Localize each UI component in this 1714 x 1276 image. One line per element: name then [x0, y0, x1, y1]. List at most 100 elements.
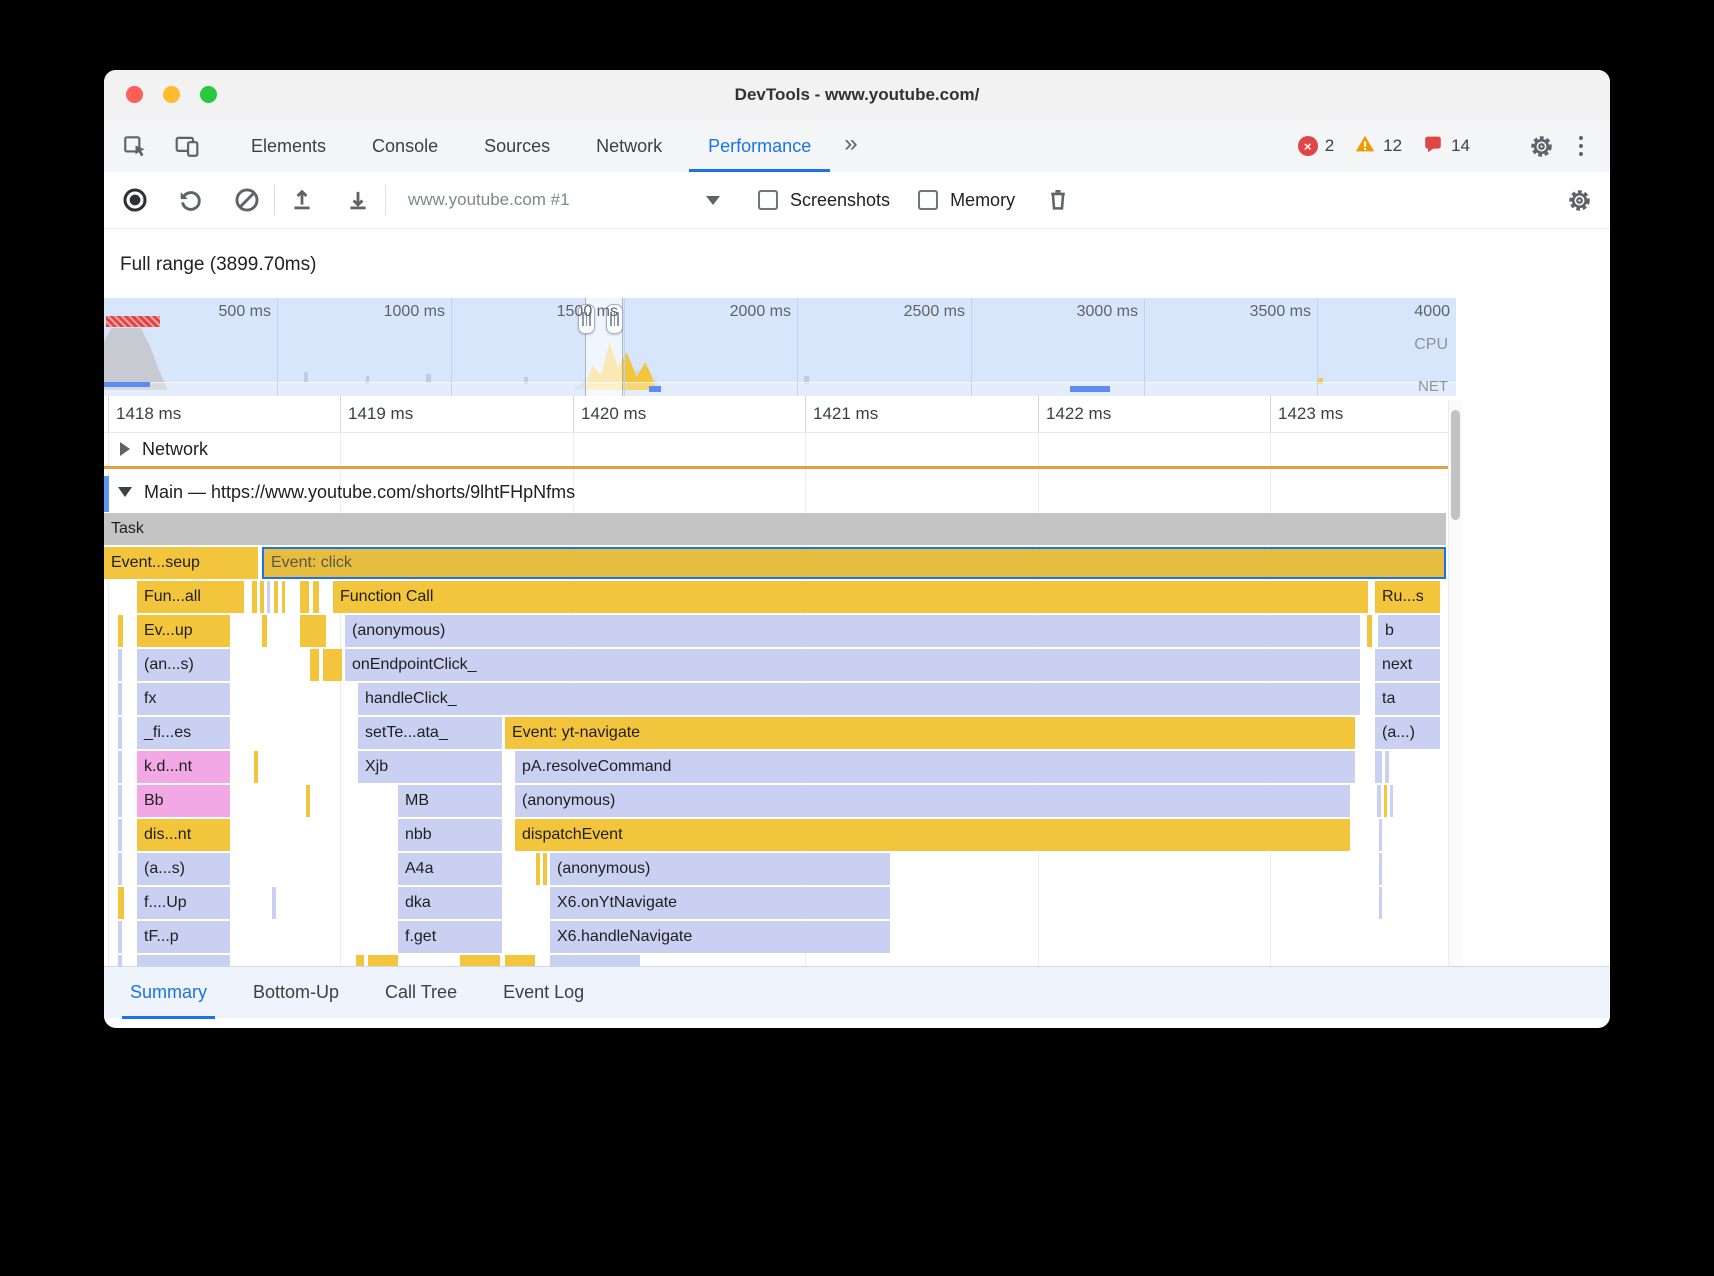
flame-bar-x6-handlenavigate[interactable]: X6.handleNavigate — [550, 921, 890, 953]
tab-elements[interactable]: Elements — [228, 120, 349, 172]
scrollbar-thumb[interactable] — [1451, 410, 1460, 520]
flame-bar-b[interactable]: b — [1378, 615, 1440, 647]
tab-network[interactable]: Network — [573, 120, 685, 172]
flame-bar[interactable] — [1390, 785, 1393, 817]
warning-badge[interactable]: 12 — [1354, 133, 1402, 160]
flame-bar[interactable] — [262, 615, 267, 647]
flame-bar-dka[interactable]: dka — [398, 887, 502, 919]
tab-console[interactable]: Console — [349, 120, 461, 172]
record-button[interactable] — [118, 183, 152, 217]
tab-event-log[interactable]: Event Log — [495, 967, 592, 1019]
flame-bar[interactable] — [1367, 615, 1372, 647]
flame-bar-f-get[interactable]: f.get — [398, 921, 502, 953]
inspect-element-icon[interactable] — [120, 131, 150, 161]
network-track-header[interactable]: Network — [104, 432, 1456, 466]
flame-bar[interactable] — [536, 853, 540, 885]
load-profile-icon[interactable] — [285, 183, 319, 217]
flame-bar[interactable] — [118, 853, 122, 885]
flame-bar[interactable] — [460, 955, 500, 966]
flame-bar-task[interactable]: Task — [104, 513, 1446, 545]
flame-bar[interactable] — [313, 581, 319, 613]
flame-bar-f-up[interactable]: f....Up — [137, 887, 230, 919]
flame-bar-a[interactable]: (a...) — [1375, 717, 1440, 749]
flame-bar[interactable] — [1379, 819, 1382, 851]
flame-bar[interactable] — [1379, 887, 1382, 919]
flame-bar[interactable] — [137, 955, 230, 966]
flame-bar-dispatchevent[interactable]: dispatchEvent — [515, 819, 1350, 851]
detail-time-ruler[interactable]: 1418 ms1419 ms1420 ms1421 ms1422 ms1423 … — [104, 396, 1456, 433]
collapse-triangle-icon[interactable] — [120, 442, 130, 456]
flame-bar-ta[interactable]: ta — [1375, 683, 1440, 715]
flame-bar-mb[interactable]: MB — [398, 785, 502, 817]
issues-badge[interactable]: 14 — [1422, 133, 1470, 160]
flame-bar[interactable] — [1384, 785, 1387, 817]
screenshots-checkbox[interactable]: Screenshots — [758, 190, 890, 211]
flame-bar[interactable] — [300, 581, 309, 613]
history-select[interactable]: www.youtube.com #1 — [396, 182, 730, 218]
flame-bar[interactable] — [356, 955, 364, 966]
flame-bar-function-call[interactable]: Function Call — [333, 581, 1368, 613]
flame-bar-an-s[interactable]: (an...s) — [137, 649, 230, 681]
flame-bar-event-seup[interactable]: Event...seup — [104, 547, 258, 579]
flame-bar-a-s[interactable]: (a...s) — [137, 853, 230, 885]
reload-and-record-button[interactable] — [174, 183, 208, 217]
flame-bar-pa-resolvecommand[interactable]: pA.resolveCommand — [515, 751, 1355, 783]
flame-bar[interactable] — [550, 955, 640, 966]
flame-bar[interactable] — [274, 581, 278, 613]
flame-bar[interactable] — [505, 955, 535, 966]
flame-bar[interactable] — [118, 819, 122, 851]
flame-bar[interactable] — [118, 615, 123, 647]
flame-bar[interactable] — [282, 581, 285, 613]
flame-bar-ev-up[interactable]: Ev...up — [137, 615, 230, 647]
flame-bar[interactable] — [252, 581, 257, 613]
flame-bar[interactable] — [1375, 751, 1382, 783]
flame-bar[interactable] — [118, 921, 122, 953]
flame-bar[interactable] — [1385, 751, 1389, 783]
flame-bar[interactable] — [272, 887, 276, 919]
flame-bar[interactable] — [118, 887, 124, 919]
vertical-scrollbar[interactable] — [1448, 400, 1463, 966]
flame-bar[interactable] — [254, 751, 258, 783]
flame-bar-event-click[interactable]: Event: click — [262, 547, 1446, 579]
flame-bar[interactable] — [1377, 785, 1381, 817]
more-tabs-chevron[interactable]: » — [844, 130, 855, 158]
device-toolbar-icon[interactable] — [172, 131, 202, 161]
flame-bar-xjb[interactable]: Xjb — [358, 751, 502, 783]
tab-sources[interactable]: Sources — [461, 120, 573, 172]
flame-bar-handleclick[interactable]: handleClick_ — [358, 683, 1360, 715]
memory-checkbox[interactable]: Memory — [918, 190, 1015, 211]
flame-bar[interactable] — [118, 785, 122, 817]
flame-bar-next[interactable]: next — [1375, 649, 1440, 681]
flame-bar[interactable] — [306, 785, 310, 817]
main-menu-kebab-icon[interactable] — [1566, 131, 1596, 161]
flame-bar-ru-s[interactable]: Ru...s — [1375, 581, 1440, 613]
flame-bar-event-yt-navigate[interactable]: Event: yt-navigate — [505, 717, 1355, 749]
flame-bar-bb[interactable]: Bb — [137, 785, 230, 817]
flame-bar-tf-p[interactable]: tF...p — [137, 921, 230, 953]
tab-bottom-up[interactable]: Bottom-Up — [245, 967, 347, 1019]
flame-bar[interactable] — [300, 615, 326, 647]
flame-bar[interactable] — [368, 955, 398, 966]
flame-bar[interactable] — [267, 581, 270, 613]
flame-chart[interactable]: TaskEvent...seupEvent: clickFun...allFun… — [104, 512, 1456, 966]
flame-bar-anonymous[interactable]: (anonymous) — [515, 785, 1350, 817]
flame-bar-fi-es[interactable]: _fi...es — [137, 717, 230, 749]
flame-bar[interactable] — [260, 581, 264, 613]
collect-garbage-icon[interactable] — [1041, 183, 1075, 217]
flame-bar[interactable] — [310, 649, 319, 681]
flame-bar[interactable] — [118, 955, 122, 966]
flame-bar-anonymous[interactable]: (anonymous) — [345, 615, 1360, 647]
flame-bar[interactable] — [118, 751, 122, 783]
flame-bar-k-d-nt[interactable]: k.d...nt — [137, 751, 230, 783]
flame-bar[interactable] — [1379, 853, 1382, 885]
flame-bar-nbb[interactable]: nbb — [398, 819, 502, 851]
settings-gear-icon[interactable] — [1526, 131, 1556, 161]
window-titlebar[interactable]: DevTools - www.youtube.com/ — [104, 70, 1610, 121]
flame-bar[interactable] — [118, 649, 122, 681]
flame-bar-sette-ata[interactable]: setTe...ata_ — [358, 717, 502, 749]
capture-settings-gear-icon[interactable] — [1562, 183, 1596, 217]
save-profile-icon[interactable] — [341, 183, 375, 217]
tab-call-tree[interactable]: Call Tree — [377, 967, 465, 1019]
error-badge[interactable]: × 2 — [1298, 136, 1334, 156]
clear-recording-button[interactable] — [230, 183, 264, 217]
